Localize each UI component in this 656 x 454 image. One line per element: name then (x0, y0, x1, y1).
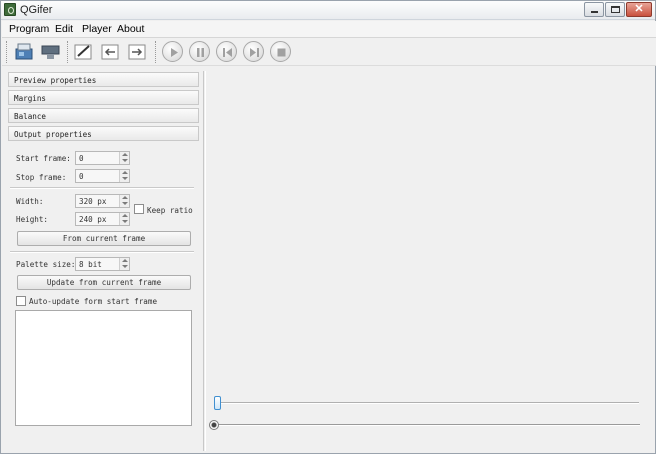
menu-edit[interactable]: Edit (55, 23, 73, 35)
minimize-button[interactable] (584, 2, 604, 17)
toolbar-separator (155, 41, 156, 63)
section-margins[interactable]: Margins (8, 90, 199, 105)
preview-area (208, 67, 655, 453)
start-frame-value: 0 (79, 154, 84, 163)
toolbar (2, 38, 656, 66)
height-label: Height: (16, 215, 49, 224)
menu-about[interactable]: About (117, 23, 144, 35)
keep-ratio-label: Keep ratio (147, 206, 193, 215)
open-video-button[interactable] (13, 41, 35, 62)
previous-frame-icon (101, 44, 119, 60)
palette-size-label: Palette size: (16, 260, 76, 269)
stop-frame-value: 0 (79, 172, 84, 181)
window-title: QGifer (20, 4, 53, 16)
palette-size-spinbox[interactable]: 8 bit (75, 257, 130, 271)
frame-list[interactable] (15, 310, 192, 426)
palette-size-value: 8 bit (79, 260, 102, 269)
skip-start-icon (223, 48, 232, 57)
next-frame-icon (128, 44, 146, 60)
stop-icon (277, 48, 286, 57)
start-frame-spinbox[interactable]: 0 (75, 151, 130, 165)
width-spinbox[interactable]: 320 px (75, 194, 130, 208)
extract-gif-button[interactable] (40, 41, 62, 62)
maximize-icon (611, 6, 620, 13)
spin-arrows-icon[interactable] (119, 152, 129, 164)
maximize-button[interactable] (605, 2, 625, 17)
next-frame-button[interactable] (126, 41, 148, 62)
frame-range-track[interactable] (217, 402, 639, 404)
skip-end-button[interactable] (243, 41, 264, 62)
edit-icon (74, 44, 92, 60)
pause-icon (197, 48, 204, 57)
previous-frame-button[interactable] (99, 41, 121, 62)
close-button[interactable]: ✕ (626, 2, 652, 17)
menu-player[interactable]: Player (82, 23, 112, 35)
playback-position-track[interactable] (214, 424, 640, 426)
height-spinbox[interactable]: 240 px (75, 212, 130, 226)
section-preview-properties[interactable]: Preview properties (8, 72, 199, 87)
divider (10, 251, 194, 253)
skip-end-icon (250, 48, 259, 57)
frame-range-handle[interactable] (214, 396, 221, 410)
toolbar-separator (67, 41, 68, 63)
auto-update-label: Auto-update form start frame (29, 297, 158, 306)
divider (10, 187, 194, 189)
edit-button[interactable] (72, 41, 94, 62)
from-current-frame-button[interactable]: From current frame (17, 231, 191, 246)
qgifer-app-icon (4, 3, 16, 16)
height-value: 240 px (79, 215, 107, 224)
update-from-current-frame-button[interactable]: Update from current frame (17, 275, 191, 290)
skip-start-button[interactable] (216, 41, 237, 62)
play-button[interactable] (162, 41, 183, 62)
play-icon (171, 48, 178, 57)
spin-arrows-icon[interactable] (119, 258, 129, 270)
section-balance[interactable]: Balance (8, 108, 199, 123)
minimize-icon (591, 11, 598, 13)
start-frame-label: Start frame: (16, 154, 71, 163)
spin-arrows-icon[interactable] (119, 213, 129, 225)
spin-arrows-icon[interactable] (119, 195, 129, 207)
panel-splitter[interactable] (203, 71, 206, 451)
playback-position-handle[interactable] (209, 420, 219, 430)
menu-bar: Program Edit Player About (2, 21, 656, 38)
width-label: Width: (16, 197, 44, 206)
main-window: QGifer ✕ Program Edit Player About Previ… (0, 0, 656, 454)
menu-program[interactable]: Program (9, 23, 49, 35)
stop-button[interactable] (270, 41, 291, 62)
toolbar-separator (6, 41, 7, 63)
width-value: 320 px (79, 197, 107, 206)
section-output-properties[interactable]: Output properties (8, 126, 199, 141)
pause-button[interactable] (189, 41, 210, 62)
extract-gif-icon (41, 45, 60, 59)
auto-update-checkbox[interactable] (16, 296, 26, 306)
stop-frame-spinbox[interactable]: 0 (75, 169, 130, 183)
title-bar[interactable]: QGifer ✕ (1, 1, 655, 20)
open-video-icon (15, 43, 33, 60)
spin-arrows-icon[interactable] (119, 170, 129, 182)
stop-frame-label: Stop frame: (16, 173, 67, 182)
keep-ratio-checkbox[interactable] (134, 204, 144, 214)
close-icon: ✕ (634, 3, 644, 15)
